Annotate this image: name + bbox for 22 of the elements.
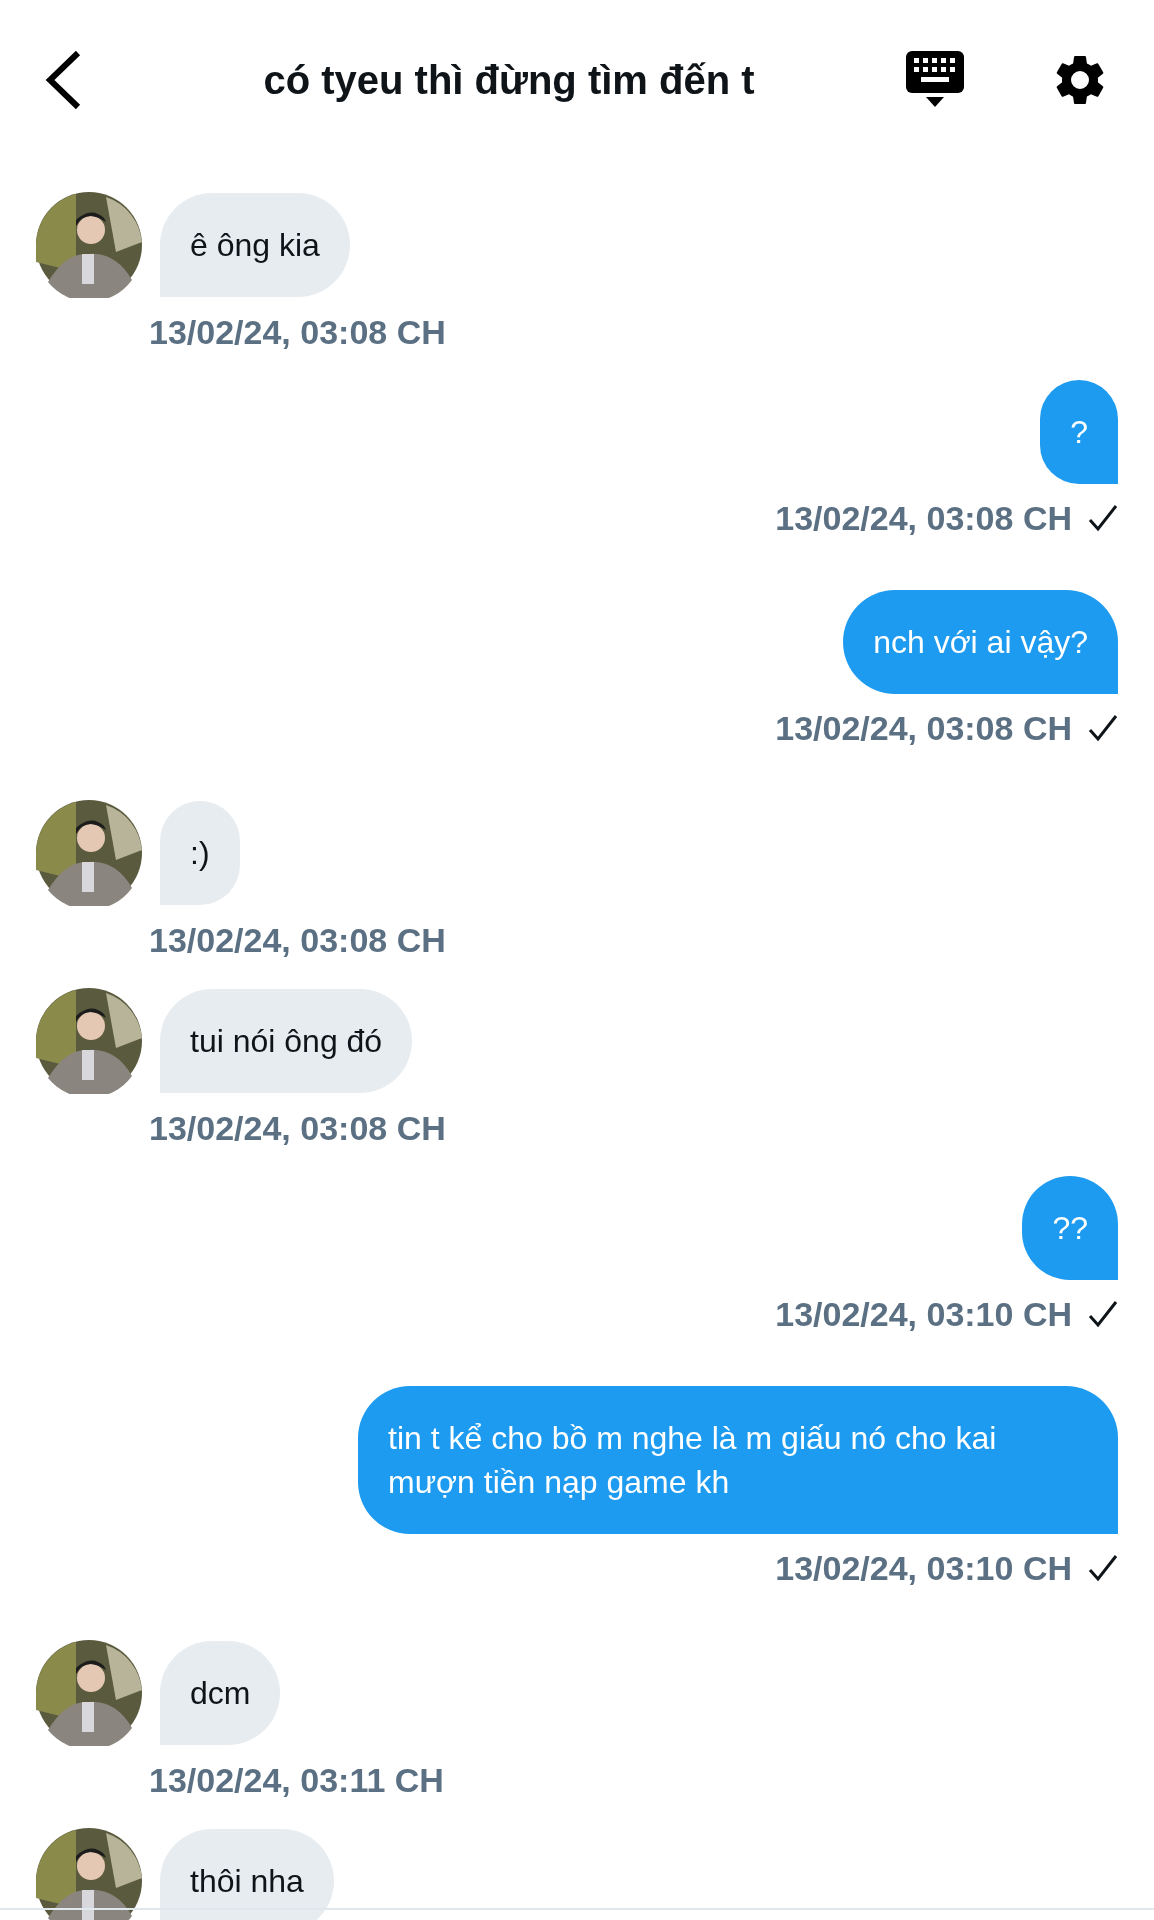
message-bubble: tui nói ông đó xyxy=(160,989,413,1093)
message-bubble: :) xyxy=(160,801,240,905)
timestamp: 13/02/24, 03:08 CH xyxy=(775,708,1072,749)
message-bubble: ê ông kia xyxy=(160,193,350,297)
message-bubble: nch với ai vậy? xyxy=(843,590,1118,694)
check-icon xyxy=(1088,504,1118,532)
message-bubble: tin t kể cho bồ m nghe là m giấu nó cho kai mượn tiền nạp game kh xyxy=(358,1386,1118,1534)
timestamp: 13/02/24, 03:10 CH xyxy=(775,1548,1072,1589)
message-bubble: ?? xyxy=(1022,1176,1118,1280)
message-bubble: dcm xyxy=(160,1641,281,1745)
chat-title: có tyeu thì đừng tìm đến t xyxy=(263,57,755,104)
check-icon xyxy=(1088,714,1118,742)
timestamp: 13/02/24, 03:11 CH xyxy=(149,1760,444,1801)
timestamp: 13/02/24, 03:08 CH xyxy=(149,1108,446,1149)
timestamp: 13/02/24, 03:10 CH xyxy=(775,1294,1072,1335)
message-bubble: ? xyxy=(1040,380,1118,484)
timestamp: 13/02/24, 03:08 CH xyxy=(149,920,446,961)
timestamp: 13/02/24, 03:08 CH xyxy=(775,498,1072,539)
check-icon xyxy=(1088,1554,1118,1582)
timestamp: 13/02/24, 03:08 CH xyxy=(149,312,446,353)
check-icon xyxy=(1088,1300,1118,1328)
message-bubble: thôi nha xyxy=(160,1829,334,1920)
